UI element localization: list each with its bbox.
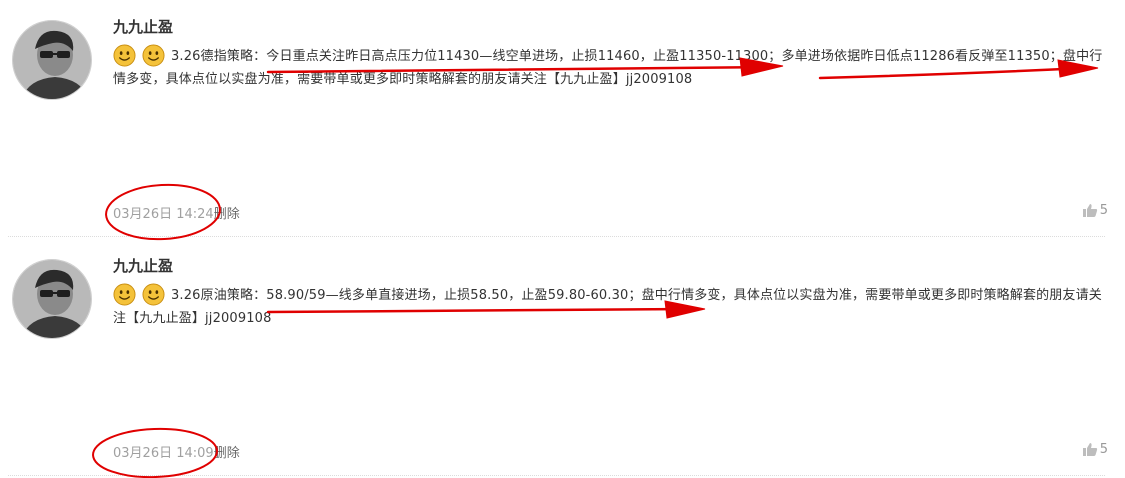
post-card: 九九止盈 3.26原油策略：58.90/59—线多单直接进场，止损58.50，止… bbox=[0, 239, 1125, 478]
thumbs-up-icon bbox=[1082, 443, 1097, 456]
smile-emoji-icon bbox=[113, 44, 136, 67]
avatar-photo bbox=[13, 21, 91, 99]
post-card: 九九止盈 3.26德指策略：今日重点关注昨日高点压力位11430—线空单进场，止… bbox=[0, 0, 1125, 239]
post-meta: 03月26日 14:24删除 bbox=[113, 203, 240, 222]
smile-emoji-icon bbox=[142, 283, 165, 306]
post-content: 3.26德指策略：今日重点关注昨日高点压力位11430—线空单进场，止损1146… bbox=[113, 44, 1108, 91]
like-button[interactable]: 5 bbox=[1082, 442, 1108, 457]
delete-link[interactable]: 删除 bbox=[214, 446, 240, 461]
post-divider bbox=[8, 475, 1105, 476]
avatar[interactable] bbox=[12, 259, 92, 339]
like-count: 5 bbox=[1099, 203, 1108, 218]
avatar[interactable] bbox=[12, 20, 92, 100]
post-time: 03月26日 14:09 bbox=[113, 446, 214, 461]
like-count: 5 bbox=[1099, 442, 1108, 457]
post-author[interactable]: 九九止盈 bbox=[113, 255, 173, 276]
post-text: 3.26德指策略：今日重点关注昨日高点压力位11430—线空单进场，止损1146… bbox=[113, 49, 1103, 87]
like-button[interactable]: 5 bbox=[1082, 203, 1108, 218]
post-meta: 03月26日 14:09删除 bbox=[113, 442, 240, 461]
avatar-photo bbox=[13, 260, 91, 338]
smile-emoji-icon bbox=[113, 283, 136, 306]
post-content: 3.26原油策略：58.90/59—线多单直接进场，止损58.50，止盈59.8… bbox=[113, 283, 1108, 330]
delete-link[interactable]: 删除 bbox=[214, 207, 240, 222]
post-divider bbox=[8, 236, 1105, 237]
post-time: 03月26日 14:24 bbox=[113, 207, 214, 222]
thumbs-up-icon bbox=[1082, 204, 1097, 217]
post-text: 3.26原油策略：58.90/59—线多单直接进场，止损58.50，止盈59.8… bbox=[113, 288, 1102, 326]
post-author[interactable]: 九九止盈 bbox=[113, 16, 173, 37]
smile-emoji-icon bbox=[142, 44, 165, 67]
